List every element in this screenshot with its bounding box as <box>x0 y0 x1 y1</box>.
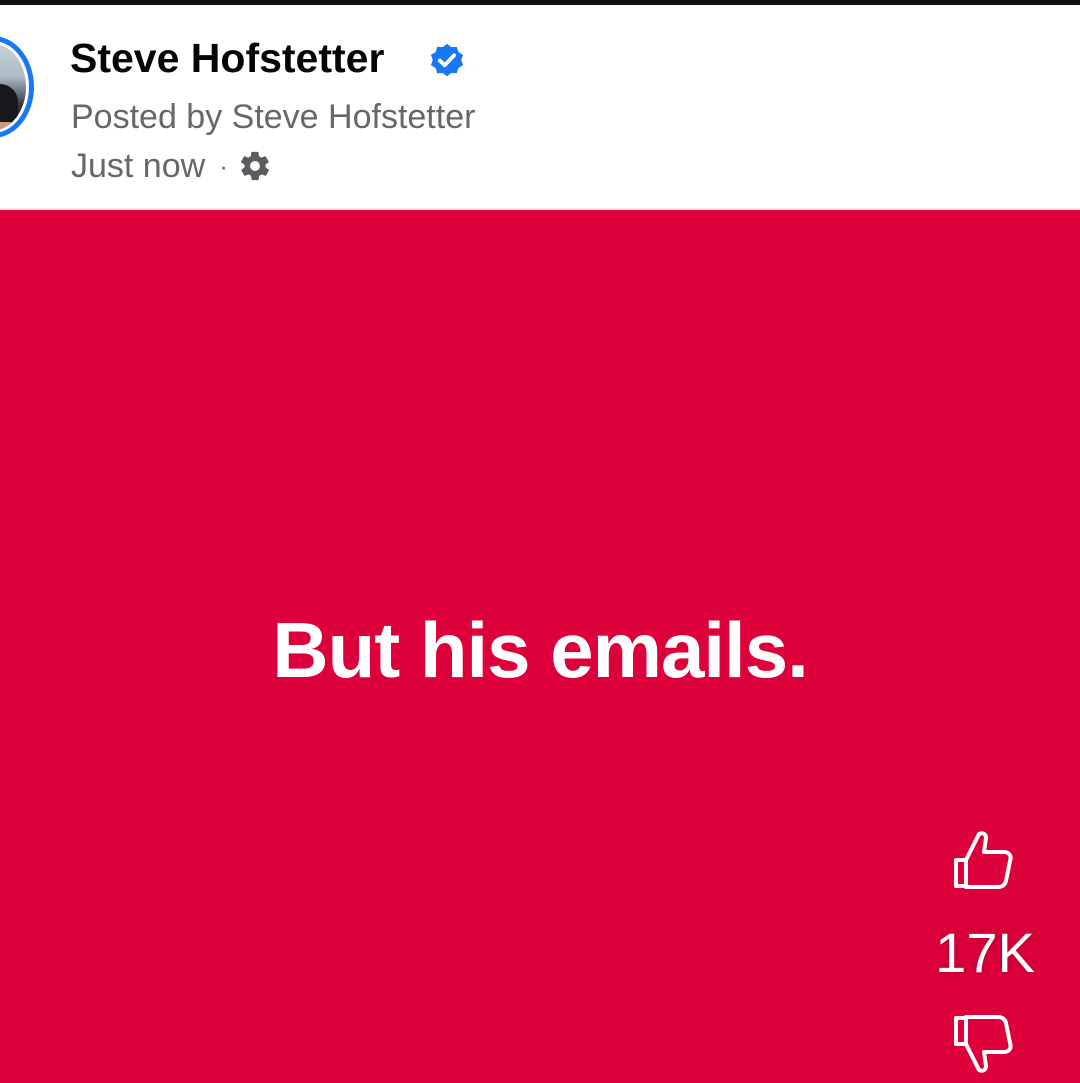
post-timestamp[interactable]: Just now <box>71 147 205 186</box>
thumbs-up-icon[interactable] <box>948 826 1018 896</box>
like-count: 17K <box>935 921 1035 984</box>
post-meta: Just now · <box>71 146 272 186</box>
avatar-photo <box>0 44 26 130</box>
post-header: Steve Hofstetter Posted by Steve Hofstet… <box>0 5 1080 208</box>
posted-by-line[interactable]: Posted by Steve Hofstetter <box>71 98 475 137</box>
avatar-skin <box>0 122 16 130</box>
gear-icon[interactable] <box>238 149 272 183</box>
post-text: But his emails. <box>272 606 809 694</box>
post-content-card[interactable]: But his emails. 17K <box>0 208 1080 1083</box>
verified-badge-icon <box>430 43 464 77</box>
author-name[interactable]: Steve Hofstetter <box>70 35 384 82</box>
author-avatar[interactable] <box>0 36 34 138</box>
thumbs-down-icon[interactable] <box>948 1008 1018 1078</box>
meta-separator: · <box>219 150 228 181</box>
